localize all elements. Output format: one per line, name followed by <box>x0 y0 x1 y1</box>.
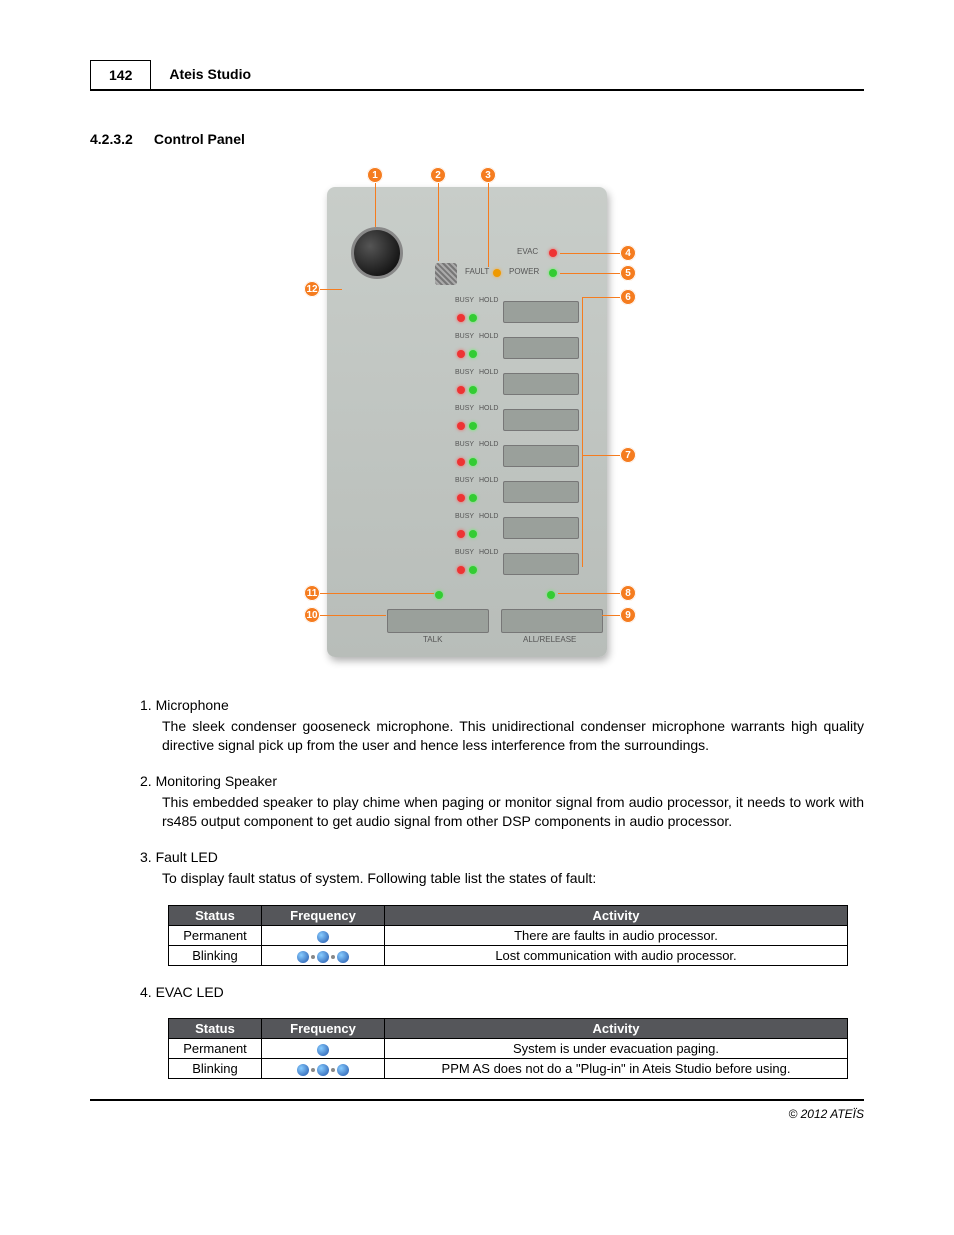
evac-status-table: Status Frequency Activity Permanent Syst… <box>168 1018 848 1079</box>
fault-label: FAULT <box>465 267 489 276</box>
busy-hold-row: BUSYHOLD <box>455 513 595 547</box>
callout-4: 4 <box>620 245 636 261</box>
item-monitoring-speaker: 2. Monitoring Speaker This embedded spea… <box>140 773 864 831</box>
table-row: Permanent System is under evacuation pag… <box>169 1039 848 1059</box>
all-release-label: ALL/RELEASE <box>523 635 576 644</box>
zone-button <box>503 445 579 467</box>
item-fault-led: 3. Fault LED To display fault status of … <box>140 849 864 888</box>
zone-button <box>503 337 579 359</box>
callout-12: 12 <box>304 281 320 297</box>
fault-status-table: Status Frequency Activity Permanent Ther… <box>168 905 848 966</box>
callout-1: 1 <box>367 167 383 183</box>
zone-button <box>503 553 579 575</box>
talk-label: TALK <box>423 635 442 644</box>
evac-label: EVAC <box>517 247 538 256</box>
all-release-led-icon <box>547 591 555 599</box>
callout-11: 11 <box>304 585 320 601</box>
control-panel-diagram: FAULT EVAC POWER BUSYHOLD BUSYHOLD <box>312 167 642 667</box>
page-number: 142 <box>90 60 151 89</box>
section-heading: 4.2.3.2 Control Panel <box>90 131 864 147</box>
callout-9: 9 <box>620 607 636 623</box>
table-row: Permanent There are faults in audio proc… <box>169 926 848 946</box>
power-led-icon <box>549 269 557 277</box>
page-footer: © 2012 ATEÏS <box>90 1099 864 1121</box>
power-label: POWER <box>509 267 539 276</box>
item-evac-led: 4. EVAC LED <box>140 984 864 1000</box>
busy-hold-row: BUSYHOLD <box>455 333 595 367</box>
busy-hold-row: BUSYHOLD <box>455 297 595 331</box>
talk-led-icon <box>435 591 443 599</box>
evac-led-icon <box>549 249 557 257</box>
th-status: Status <box>169 1019 262 1039</box>
led-steady-icon <box>317 1044 329 1056</box>
header-title: Ateis Studio <box>151 60 269 89</box>
busy-hold-row: BUSYHOLD <box>455 477 595 511</box>
table-row: Blinking Lost communication with audio p… <box>169 946 848 966</box>
callout-5: 5 <box>620 265 636 281</box>
talk-button <box>387 609 489 633</box>
led-steady-icon <box>317 931 329 943</box>
callout-6: 6 <box>620 289 636 305</box>
zone-button <box>503 409 579 431</box>
busy-hold-row: BUSYHOLD <box>455 441 595 475</box>
busy-hold-row: BUSYHOLD <box>455 549 595 583</box>
panel-body: FAULT EVAC POWER BUSYHOLD BUSYHOLD <box>327 187 607 657</box>
callout-7: 7 <box>620 447 636 463</box>
zone-button <box>503 301 579 323</box>
section-title: Control Panel <box>154 131 245 147</box>
th-status: Status <box>169 906 262 926</box>
th-frequency: Frequency <box>262 1019 385 1039</box>
callout-2: 2 <box>430 167 446 183</box>
page-header: 142 Ateis Studio <box>90 60 864 91</box>
zone-button <box>503 481 579 503</box>
th-frequency: Frequency <box>262 906 385 926</box>
busy-hold-row: BUSYHOLD <box>455 405 595 439</box>
table-row: Blinking PPM AS does not do a "Plug-in" … <box>169 1059 848 1079</box>
speaker-icon <box>435 263 457 285</box>
section-number: 4.2.3.2 <box>90 131 150 147</box>
zone-button <box>503 373 579 395</box>
microphone-icon <box>351 227 403 279</box>
fault-led-icon <box>493 269 501 277</box>
callout-10: 10 <box>304 607 320 623</box>
th-activity: Activity <box>385 1019 848 1039</box>
zone-button <box>503 517 579 539</box>
callout-3: 3 <box>480 167 496 183</box>
led-blink-icon <box>297 951 309 963</box>
item-microphone: 1. Microphone The sleek condenser goosen… <box>140 697 864 755</box>
th-activity: Activity <box>385 906 848 926</box>
all-release-button <box>501 609 603 633</box>
led-blink-icon <box>297 1064 309 1076</box>
callout-8: 8 <box>620 585 636 601</box>
busy-hold-row: BUSYHOLD <box>455 369 595 403</box>
